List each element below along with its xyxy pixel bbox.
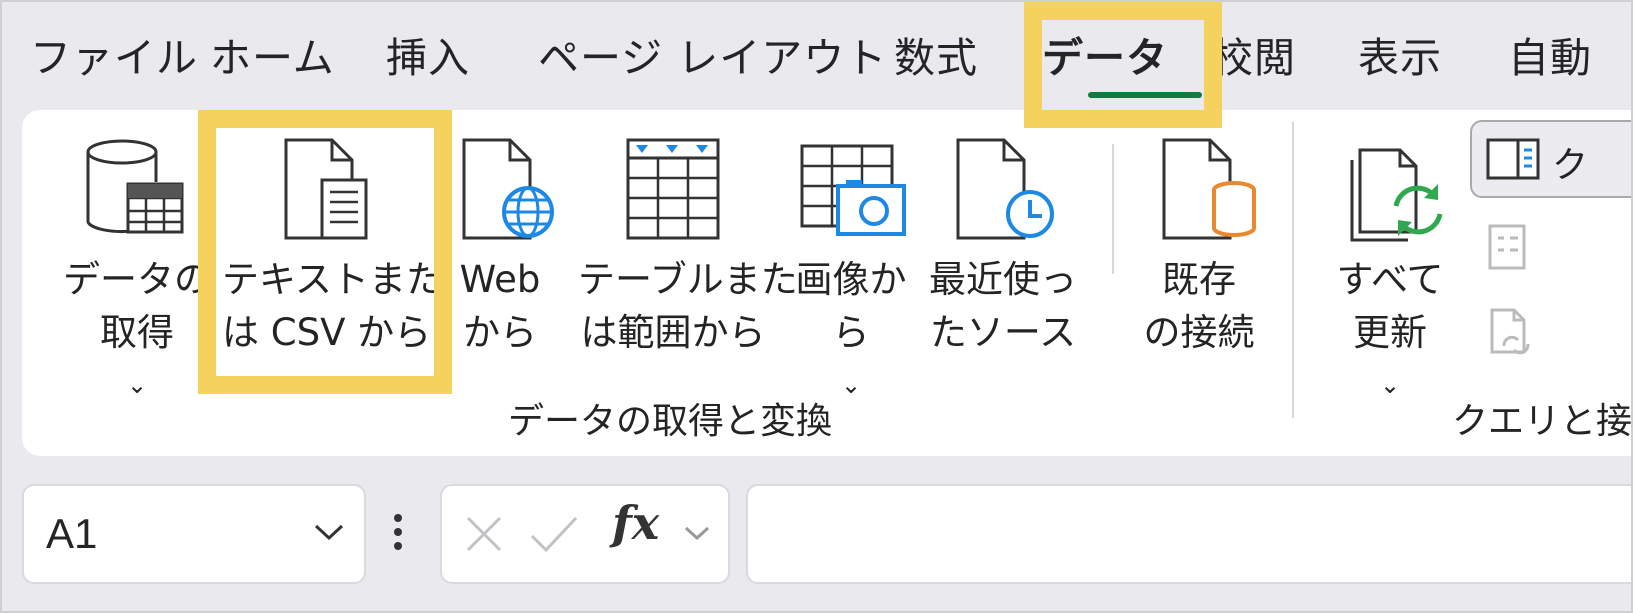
table-range-icon	[626, 138, 720, 240]
queries-pane-icon	[1486, 138, 1540, 180]
group-label-queries: クエリと接続	[1452, 401, 1633, 442]
refresh-all-label: すべて 更新 ⌄	[1320, 253, 1460, 412]
enter-check-icon[interactable]	[528, 514, 580, 554]
from-text-csv-button[interactable]: テキストまた は CSV から	[222, 110, 443, 440]
properties-icon[interactable]	[1488, 224, 1528, 272]
from-table-range-label: テーブルまた は範囲から	[578, 258, 798, 354]
tab-formulas[interactable]: 数式	[894, 30, 978, 86]
insert-function-button[interactable]: fx	[612, 496, 659, 550]
web-file-icon	[462, 138, 554, 240]
image-table-icon	[800, 144, 906, 236]
refresh-all-button[interactable]: すべて 更新 ⌄	[1320, 110, 1460, 440]
chevron-down-icon: ⌄	[126, 371, 148, 399]
queries-connections-label: ク	[1552, 145, 1589, 186]
formula-input[interactable]	[746, 484, 1631, 584]
tab-home[interactable]: ホーム	[210, 30, 335, 86]
recent-sources-icon	[956, 138, 1054, 240]
from-table-range-button[interactable]: テーブルまた は範囲から	[578, 110, 798, 440]
more-options-icon[interactable]	[392, 512, 404, 552]
name-box-value: A1	[46, 510, 98, 557]
from-picture-label: 画像か ら ⌄	[786, 253, 916, 412]
tab-review[interactable]: 校閲	[1212, 30, 1296, 86]
recent-sources-button[interactable]: 最近使っ たソース	[928, 110, 1078, 440]
recent-sources-label: 最近使っ たソース	[929, 258, 1077, 354]
cancel-icon[interactable]	[464, 514, 504, 554]
get-data-button[interactable]: データの 取得 ⌄	[62, 110, 212, 440]
from-web-button[interactable]: Web から	[440, 110, 560, 440]
chevron-down-icon[interactable]	[312, 520, 346, 544]
tab-data[interactable]: データ	[1042, 30, 1168, 86]
existing-connections-button[interactable]: 既存 の接続	[1134, 110, 1264, 440]
from-web-label: Web から	[459, 258, 541, 354]
edit-links-icon[interactable]	[1488, 306, 1538, 360]
tab-automate[interactable]: 自動	[1508, 30, 1592, 86]
group-label-get-transform: データの取得と変換	[508, 401, 833, 442]
tab-view[interactable]: 表示	[1358, 30, 1442, 86]
tab-insert[interactable]: 挿入	[386, 30, 470, 86]
refresh-all-icon	[1350, 148, 1443, 242]
formula-controls: fx	[440, 484, 730, 584]
active-tab-indicator	[1088, 92, 1202, 98]
get-data-label: データの 取得 ⌄	[62, 253, 212, 412]
ribbon-panel: データの 取得 ⌄ テキストまた は CSV から Web から テーブルまた …	[22, 110, 1633, 456]
chevron-down-icon[interactable]	[682, 522, 712, 544]
existing-connection-icon	[1162, 138, 1256, 240]
database-table-icon	[86, 139, 184, 234]
from-text-csv-label: テキストまた は CSV から	[222, 258, 443, 354]
from-picture-button[interactable]: 画像か ら ⌄	[786, 110, 916, 440]
chevron-down-icon: ⌄	[1379, 371, 1401, 399]
text-file-icon	[284, 138, 368, 240]
ribbon-separator	[1112, 144, 1114, 274]
queries-connections-button[interactable]: ク	[1470, 120, 1631, 198]
existing-connections-label: 既存 の接続	[1143, 258, 1255, 354]
ribbon-tab-bar: ファイル ホーム 挿入 ページ レイアウト 数式 データ 校閲 表示 自動	[2, 2, 1631, 114]
name-box[interactable]: A1	[22, 484, 366, 584]
tab-file[interactable]: ファイル	[30, 30, 198, 86]
group-separator	[1292, 122, 1294, 418]
tab-page-layout[interactable]: ページ レイアウト	[538, 30, 887, 86]
excel-window: ファイル ホーム 挿入 ページ レイアウト 数式 データ 校閲 表示 自動 デー…	[0, 0, 1633, 613]
